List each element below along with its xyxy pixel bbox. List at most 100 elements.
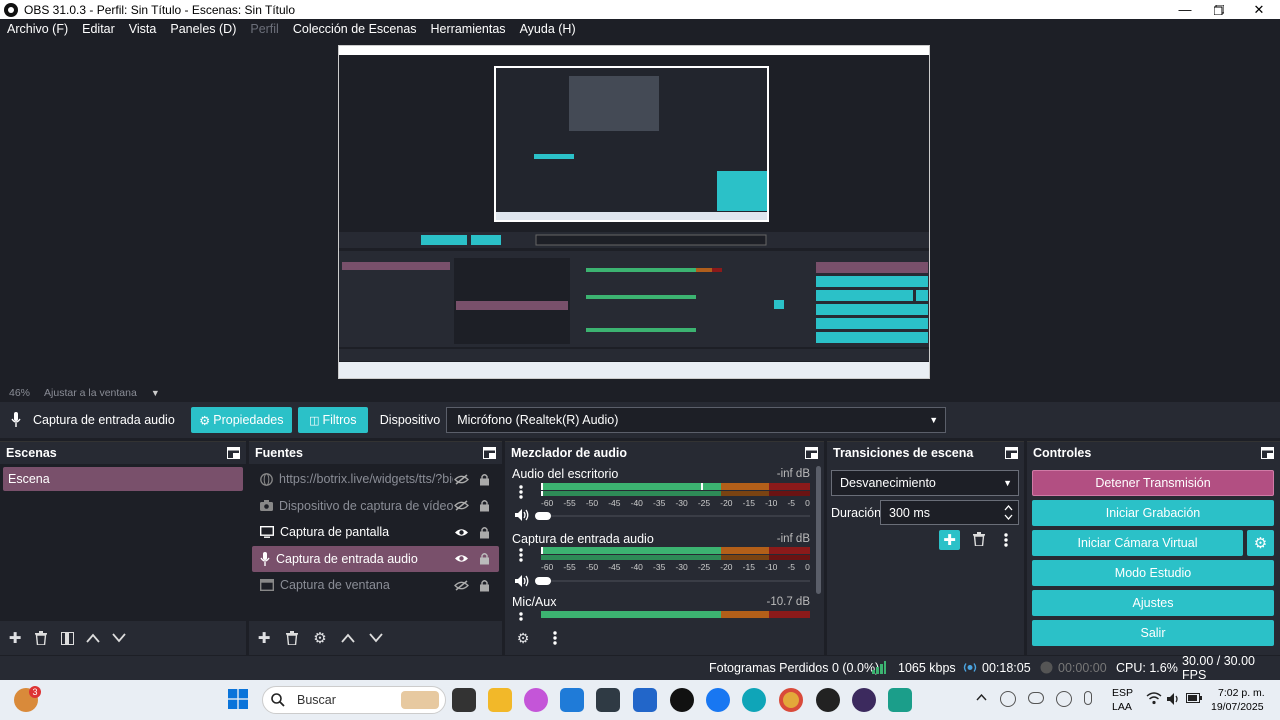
- hidden-eye-icon[interactable]: [453, 471, 469, 487]
- sync-icon[interactable]: [1056, 691, 1072, 707]
- mixer-scrollbar[interactable]: [816, 466, 821, 594]
- hidden-eye-icon[interactable]: [453, 498, 469, 514]
- volume-slider-track[interactable]: [549, 515, 810, 517]
- transition-select[interactable]: Desvanecimiento ▼: [831, 470, 1019, 496]
- language-top[interactable]: ESP: [1112, 687, 1133, 699]
- clock-date[interactable]: 19/07/2025: [1211, 701, 1264, 713]
- trash-icon[interactable]: [32, 629, 50, 647]
- chrome-icon[interactable]: [779, 688, 803, 712]
- speaker-icon[interactable]: [514, 508, 530, 522]
- properties-button[interactable]: ⚙ Propiedades: [190, 407, 292, 433]
- clock-time[interactable]: 7:02 p. m.: [1218, 687, 1265, 699]
- list-item[interactable]: Escena: [3, 467, 243, 491]
- undock-icon[interactable]: [1261, 447, 1274, 459]
- menu-edit[interactable]: Editar: [75, 19, 122, 40]
- mixer-menu-icon[interactable]: [546, 629, 564, 647]
- lock-icon[interactable]: [476, 551, 492, 567]
- lock-icon[interactable]: [476, 471, 492, 487]
- app-cube-icon[interactable]: [596, 688, 620, 712]
- add-transition-button[interactable]: ✚: [939, 530, 960, 550]
- tray-icon[interactable]: [1000, 691, 1016, 707]
- zoom-dropdown-icon[interactable]: ▼: [151, 388, 160, 398]
- move-up-icon[interactable]: [84, 629, 102, 647]
- move-down-icon[interactable]: [110, 629, 128, 647]
- channel-menu-icon[interactable]: [519, 548, 523, 562]
- start-recording-button[interactable]: Iniciar Grabación: [1032, 500, 1274, 526]
- volume-icon[interactable]: [1166, 692, 1182, 706]
- lock-icon[interactable]: [476, 577, 492, 593]
- advanced-audio-gear-icon[interactable]: ⚙: [514, 629, 532, 647]
- move-down-icon[interactable]: [367, 629, 385, 647]
- start-windows-icon[interactable]: [228, 689, 248, 709]
- microphone-tray-icon[interactable]: [1084, 691, 1092, 705]
- menu-docks[interactable]: Paneles (D): [163, 19, 243, 40]
- device-select[interactable]: Micrófono (Realtek(R) Audio) ▼: [446, 407, 947, 433]
- filters-button[interactable]: ◫ Filtros: [297, 407, 368, 433]
- menu-help[interactable]: Ayuda (H): [513, 19, 583, 40]
- store-icon[interactable]: [560, 688, 584, 712]
- trash-icon[interactable]: [973, 532, 985, 546]
- menu-scene-collection[interactable]: Colección de Escenas: [286, 19, 424, 40]
- eye-icon[interactable]: [453, 551, 469, 567]
- menu-file[interactable]: Archivo (F): [0, 19, 75, 40]
- task-view-icon[interactable]: [452, 688, 476, 712]
- speaker-icon[interactable]: [514, 574, 530, 588]
- source-item-video-capture[interactable]: Dispositivo de captura de vídeo: [252, 493, 499, 520]
- tiktok-icon[interactable]: [670, 688, 694, 712]
- hidden-eye-icon[interactable]: [453, 577, 469, 593]
- spin-arrows-icon[interactable]: [1004, 503, 1013, 522]
- exit-button[interactable]: Salir: [1032, 620, 1274, 646]
- language-bottom[interactable]: LAA: [1112, 701, 1132, 713]
- source-item-window-capture[interactable]: Captura de ventana: [252, 572, 499, 599]
- source-item-screen-capture[interactable]: Captura de pantalla: [252, 519, 499, 546]
- filters-icon[interactable]: [58, 629, 76, 647]
- duration-spinbox[interactable]: 300 ms: [880, 500, 1019, 525]
- battery-icon[interactable]: [1186, 693, 1202, 703]
- channel-menu-icon[interactable]: [519, 485, 523, 499]
- studio-mode-button[interactable]: Modo Estudio: [1032, 560, 1274, 586]
- menu-profile[interactable]: Perfil: [243, 19, 285, 40]
- edge-icon[interactable]: [742, 688, 766, 712]
- settings-button[interactable]: Ajustes: [1032, 590, 1274, 616]
- minimize-button[interactable]: —: [1166, 0, 1204, 19]
- undock-icon[interactable]: [227, 447, 240, 459]
- chevron-up-icon[interactable]: [976, 694, 987, 701]
- source-item-browser[interactable]: https://botrix.live/widgets/tts/?bid=\: [252, 466, 499, 493]
- virtual-camera-settings-button[interactable]: ⚙: [1247, 530, 1274, 556]
- gear-icon[interactable]: ⚙: [311, 629, 329, 647]
- copilot-icon[interactable]: [524, 688, 548, 712]
- move-up-icon[interactable]: [339, 629, 357, 647]
- app-green-icon[interactable]: [888, 688, 912, 712]
- app-circle-icon[interactable]: [852, 688, 876, 712]
- lock-icon[interactable]: [476, 498, 492, 514]
- volume-slider-track[interactable]: [549, 580, 810, 582]
- menu-view[interactable]: Vista: [122, 19, 164, 40]
- undock-icon[interactable]: [1005, 447, 1018, 459]
- channel-menu-icon[interactable]: [519, 612, 523, 621]
- volume-slider-handle[interactable]: [535, 512, 551, 520]
- menu-tools[interactable]: Herramientas: [424, 19, 513, 40]
- file-explorer-icon[interactable]: [488, 688, 512, 712]
- trash-icon[interactable]: [283, 629, 301, 647]
- volume-slider-handle[interactable]: [535, 577, 551, 585]
- wifi-icon[interactable]: [1146, 691, 1162, 705]
- close-button[interactable]: ✕: [1240, 0, 1278, 19]
- eye-icon[interactable]: [453, 524, 469, 540]
- fit-to-window[interactable]: Ajustar a la ventana: [44, 387, 137, 399]
- facebook-icon[interactable]: [706, 688, 730, 712]
- taskbar-search[interactable]: Buscar: [262, 686, 446, 714]
- add-icon[interactable]: ✚: [255, 629, 273, 647]
- stop-streaming-button[interactable]: Detener Transmisión: [1032, 470, 1274, 496]
- undock-icon[interactable]: [483, 447, 496, 459]
- app-blue-icon[interactable]: [633, 688, 657, 712]
- start-virtual-camera-button[interactable]: Iniciar Cámara Virtual: [1032, 530, 1243, 556]
- lock-icon[interactable]: [476, 524, 492, 540]
- obs-taskbar-icon[interactable]: [816, 688, 840, 712]
- transition-menu-icon[interactable]: [1004, 533, 1008, 547]
- source-item-audio-input[interactable]: Captura de entrada audio: [252, 545, 499, 572]
- preview-canvas[interactable]: [338, 45, 930, 379]
- add-icon[interactable]: ✚: [6, 629, 24, 647]
- cloud-icon[interactable]: [1028, 692, 1044, 704]
- maximize-button[interactable]: [1200, 0, 1238, 19]
- undock-icon[interactable]: [805, 447, 818, 459]
